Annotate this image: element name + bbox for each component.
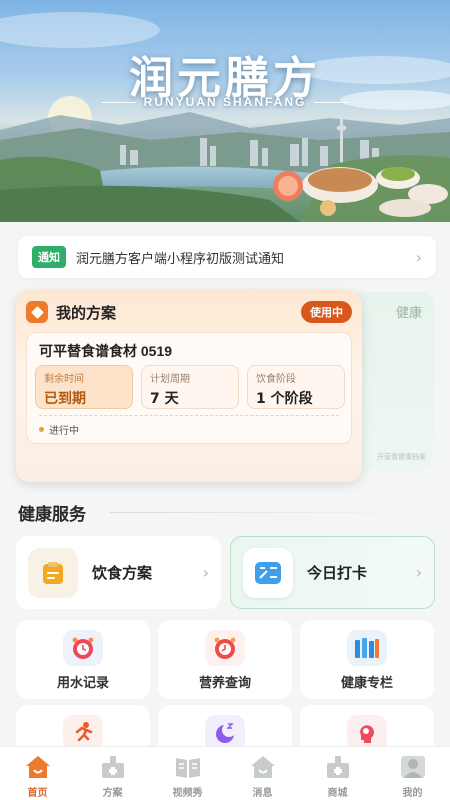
tab-video[interactable]: 视频秀	[153, 747, 223, 800]
plan-details: 可平替食谱食材 0519 剩余时间 已到期 计划周期 7 天 饮食阶段 1 个阶…	[26, 332, 352, 444]
section-divider	[110, 512, 430, 513]
chevron-right-icon: ›	[415, 247, 422, 267]
nutrition-query-label: 营养查询	[198, 676, 251, 691]
stat-value: 已到期	[44, 391, 86, 407]
tab-mall[interactable]: 商城	[303, 747, 373, 800]
plan-status: 进行中	[39, 422, 79, 437]
calculator-icon	[243, 547, 293, 598]
tab-plan[interactable]: 方案	[78, 747, 148, 800]
nutrition-query-tile[interactable]: 营养查询	[158, 620, 292, 699]
diet-plan-button[interactable]: 饮食方案 ›	[16, 536, 221, 609]
tab-label: 消息	[252, 788, 273, 799]
brand-subtitle: RUNYUAN SHANFANG	[0, 95, 450, 109]
book-icon	[173, 753, 203, 781]
city-landscape-illustration	[0, 12, 450, 222]
stat-value: 7 天	[150, 391, 179, 407]
plan-icon	[98, 753, 128, 781]
stat-label: 剩余时间	[44, 374, 84, 385]
tab-home[interactable]: 首页	[3, 747, 73, 800]
my-plan-card[interactable]: 我的方案 使用中 可平替食谱食材 0519 剩余时间 已到期 计划周期 7 天 …	[16, 290, 362, 482]
stat-label: 饮食阶段	[256, 374, 296, 385]
health-column-label: 健康专栏	[340, 676, 393, 691]
stat-diet-stage: 饮食阶段 1 个阶段	[247, 365, 345, 409]
mall-icon	[323, 753, 353, 781]
plan-name: 可平替食谱食材 0519	[39, 343, 173, 359]
dashed-divider	[39, 415, 339, 416]
bottom-tab-bar: 首页 方案 视频秀 消息 商城 我的	[0, 746, 450, 800]
stat-remaining-time: 剩余时间 已到期	[35, 365, 133, 409]
status-dot-icon	[39, 427, 44, 432]
chevron-right-icon: ›	[202, 563, 209, 582]
status-badge: 使用中	[301, 301, 352, 323]
tab-label: 视频秀	[172, 788, 203, 799]
hero-banner: 润元膳方 RUNYUAN SHANFANG	[0, 0, 450, 222]
clipboard-icon	[28, 547, 78, 598]
plan-card-title: 我的方案	[56, 303, 117, 322]
tab-messages[interactable]: 消息	[228, 747, 298, 800]
water-clock-icon	[63, 630, 103, 666]
plan-status-text: 进行中	[49, 426, 79, 437]
plan-card-header: 我的方案 使用中	[26, 300, 352, 324]
tab-label: 商城	[327, 788, 348, 799]
health-card-label: 健康	[395, 306, 422, 321]
profile-icon	[398, 753, 428, 781]
notice-text: 润元膳方客户端小程序初版测试通知	[76, 250, 285, 266]
daily-checkin-label: 今日打卡	[307, 564, 368, 582]
diet-plan-label: 饮食方案	[92, 564, 153, 582]
diamond-icon	[26, 301, 48, 323]
tab-label: 我的	[402, 788, 423, 799]
daily-checkin-button[interactable]: 今日打卡 ›	[230, 536, 435, 609]
health-card-hint: 开营看健康档案	[377, 453, 426, 461]
tab-profile[interactable]: 我的	[378, 747, 448, 800]
home-icon	[23, 753, 53, 781]
water-record-label: 用水记录	[56, 676, 109, 691]
health-column-tile[interactable]: 健康专栏	[300, 620, 434, 699]
notice-tag: 通知	[32, 246, 66, 268]
stat-plan-cycle: 计划周期 7 天	[141, 365, 239, 409]
stat-label: 计划周期	[150, 374, 190, 385]
alarm-clock-icon	[205, 630, 245, 666]
section-title: 健康服务	[18, 505, 86, 525]
tab-label: 首页	[27, 788, 48, 799]
water-record-tile[interactable]: 用水记录	[16, 620, 150, 699]
notice-bar[interactable]: 通知 润元膳方客户端小程序初版测试通知 ›	[18, 236, 436, 278]
message-icon	[248, 753, 278, 781]
tab-label: 方案	[102, 788, 123, 799]
chevron-right-icon: ›	[415, 563, 422, 582]
stat-value: 1 个阶段	[256, 391, 313, 407]
books-icon	[347, 630, 387, 666]
